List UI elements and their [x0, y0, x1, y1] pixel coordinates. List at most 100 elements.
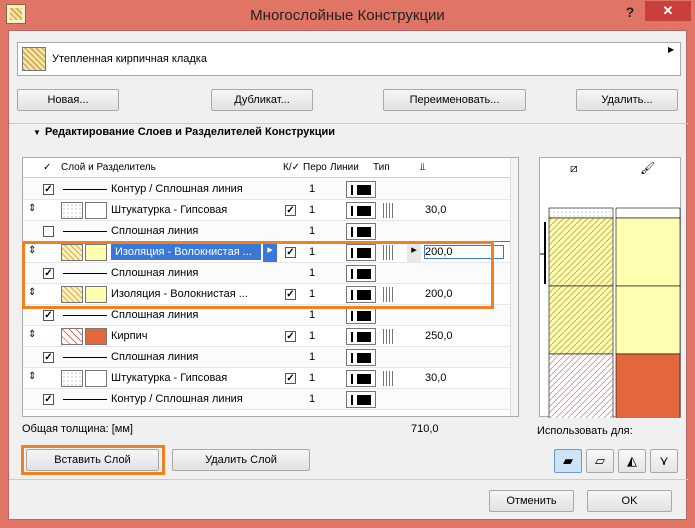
preview-insulation-2: [548, 285, 614, 355]
total-thickness-value: 710,0: [411, 423, 439, 435]
pen-number[interactable]: 1: [309, 393, 315, 405]
separator-name: Контур / Сплошная линия: [111, 393, 243, 405]
header-layer: Слой и Разделитель: [61, 162, 156, 173]
pen-number[interactable]: 1: [309, 351, 315, 363]
table-row[interactable]: ⇕ Штукатурка - Гипсовая ✓ 30,0 1: [23, 200, 510, 221]
line-style-icon[interactable]: [346, 349, 376, 366]
pen-number[interactable]: 1: [309, 204, 315, 216]
layer-name: Штукатурка - Гипсовая: [111, 372, 228, 384]
layer-fill-swatch[interactable]: [61, 328, 83, 345]
rename-button[interactable]: Переименовать...: [383, 89, 526, 111]
layer-thickness[interactable]: 250,0: [425, 330, 453, 342]
table-row[interactable]: ✓ Контур / Сплошная линия 1: [23, 179, 510, 200]
header-lines: Линии: [330, 162, 359, 173]
separator-checkbox[interactable]: ✓: [43, 310, 54, 321]
cancel-button[interactable]: Отменить: [489, 490, 574, 512]
layer-fill-swatch[interactable]: [61, 370, 83, 387]
pen-number[interactable]: 1: [309, 372, 315, 384]
layer-thickness[interactable]: 30,0: [425, 204, 446, 216]
use-for-roof-icon[interactable]: ◭: [618, 449, 646, 473]
pen-number[interactable]: 1: [309, 309, 315, 321]
use-for-shell-icon[interactable]: ⋎: [650, 449, 678, 473]
separator-checkbox[interactable]: ✓: [43, 352, 54, 363]
core-checkbox[interactable]: ✓: [285, 331, 296, 342]
layer-name: Кирпич: [111, 330, 148, 342]
footer-divider: [9, 479, 688, 480]
separator-line-icon: [63, 231, 107, 232]
core-checkbox[interactable]: ✓: [285, 205, 296, 216]
preview-plaster-top: [548, 207, 614, 219]
remove-layer-button[interactable]: Удалить Слой: [172, 449, 310, 471]
line-style-icon[interactable]: [346, 370, 376, 387]
table-row[interactable]: ⇕ Кирпич ✓ 250,0 1: [23, 326, 510, 347]
header-check: ✓: [43, 162, 52, 173]
delete-button[interactable]: Удалить...: [576, 89, 678, 111]
line-style-icon[interactable]: [346, 202, 376, 219]
dialog-body: Утепленная кирпичная кладка ▶ Новая... Д…: [8, 30, 688, 520]
section-title: Редактирование Слоев и Разделителей Конс…: [45, 126, 336, 138]
preview-color-brick: [615, 353, 681, 441]
line-style-icon[interactable]: [346, 391, 376, 408]
line-type-swatch[interactable]: [383, 203, 393, 218]
line-style-icon[interactable]: [346, 328, 376, 345]
hatch-icon: ⧄: [570, 161, 578, 175]
use-for-slab-icon[interactable]: ▱: [586, 449, 614, 473]
drag-handle-icon[interactable]: ⇕: [28, 203, 36, 214]
pen-number[interactable]: 1: [309, 330, 315, 342]
new-button[interactable]: Новая...: [17, 89, 119, 111]
separator-line-icon: [63, 357, 107, 358]
separator-checkbox[interactable]: ✓: [43, 394, 54, 405]
line-style-icon[interactable]: [346, 307, 376, 324]
line-type-swatch[interactable]: [383, 329, 393, 344]
separator-line-icon: [63, 315, 107, 316]
highlight-box-insert: [21, 445, 165, 475]
pen-number[interactable]: 1: [309, 225, 315, 237]
close-button[interactable]: ✕: [645, 1, 691, 21]
layer-color-swatch[interactable]: [85, 202, 107, 219]
layer-thickness[interactable]: 30,0: [425, 372, 446, 384]
preset-swatch-icon: [22, 47, 46, 71]
drag-handle-icon[interactable]: ⇕: [28, 329, 36, 340]
preview-graphic: ⧄ 🖌: [536, 161, 681, 441]
preset-arrow-icon[interactable]: ▶: [668, 45, 674, 54]
table-row[interactable]: ✓ Сплошная линия 1: [23, 347, 510, 368]
core-checkbox[interactable]: ✓: [285, 373, 296, 384]
separator-checkbox[interactable]: [43, 226, 54, 237]
header-pen: Перо: [303, 162, 327, 173]
separator-checkbox[interactable]: ✓: [43, 184, 54, 195]
layer-name: Штукатурка - Гипсовая: [111, 204, 228, 216]
table-scrollbar[interactable]: [510, 158, 518, 416]
collapse-triangle-icon[interactable]: ▼: [33, 128, 41, 137]
separator-name: Сплошная линия: [111, 351, 199, 363]
layer-color-swatch[interactable]: [85, 328, 107, 345]
table-row[interactable]: Сплошная линия 1: [23, 221, 510, 242]
line-type-swatch[interactable]: [383, 371, 393, 386]
duplicate-button[interactable]: Дубликат...: [211, 89, 313, 111]
line-style-icon[interactable]: [346, 223, 376, 240]
separator-line-icon: [63, 399, 107, 400]
drag-handle-icon[interactable]: ⇕: [28, 371, 36, 382]
window-title: Многослойные Конструкции: [250, 7, 445, 24]
separator-name: Сплошная линия: [111, 225, 199, 237]
separator-name: Контур / Сплошная линия: [111, 183, 243, 195]
layer-fill-swatch[interactable]: [61, 202, 83, 219]
preview-insulation-1: [548, 217, 614, 287]
structure-preview: ⧄ 🖌: [536, 157, 681, 441]
preview-color-insulation-2: [615, 285, 681, 355]
paint-icon: 🖌: [640, 161, 655, 175]
header-thickness-icon: ⫫: [420, 162, 426, 173]
ok-button[interactable]: OK: [587, 490, 672, 512]
title-bar: Многослойные Конструкции ? ✕: [0, 0, 695, 30]
line-style-icon[interactable]: [346, 181, 376, 198]
help-button[interactable]: ?: [622, 4, 638, 22]
header-core: К/✓: [283, 162, 300, 173]
preview-color-insulation-1: [615, 217, 681, 287]
preset-selector[interactable]: Утепленная кирпичная кладка ▶: [17, 42, 681, 76]
pen-number[interactable]: 1: [309, 183, 315, 195]
header-type: Тип: [373, 162, 390, 173]
layer-color-swatch[interactable]: [85, 370, 107, 387]
table-row[interactable]: ✓ Контур / Сплошная линия 1: [23, 389, 510, 410]
use-for-wall-icon[interactable]: ▰: [554, 449, 582, 473]
table-row[interactable]: ⇕ Штукатурка - Гипсовая ✓ 30,0 1: [23, 368, 510, 389]
use-for-label: Использовать для:: [537, 425, 633, 437]
